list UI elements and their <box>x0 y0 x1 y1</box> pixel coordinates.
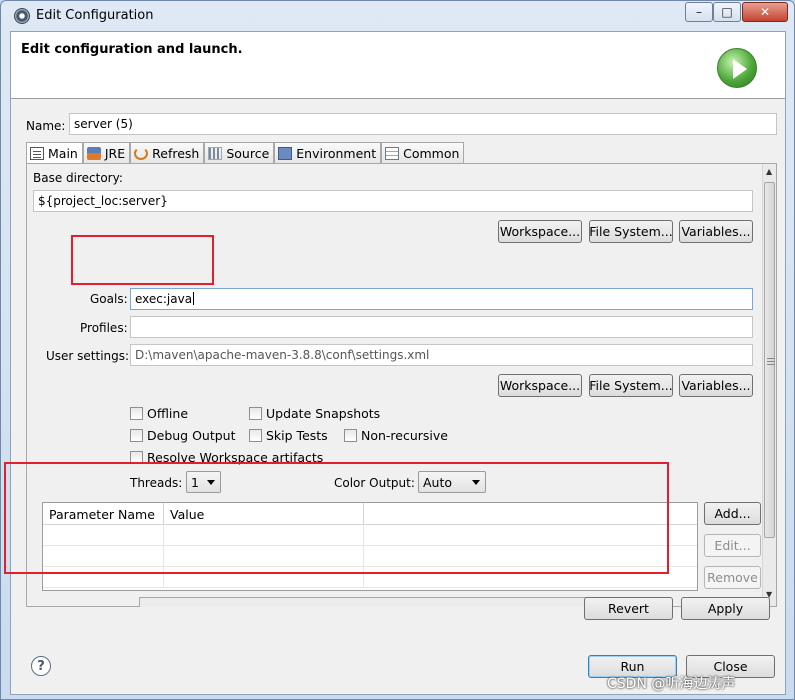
scroll-up-icon[interactable]: ▲ <box>766 167 772 176</box>
window-title: Edit Configuration <box>36 8 154 23</box>
skip-tests-label: Skip Tests <box>266 428 328 443</box>
tab-jre[interactable]: JRE <box>82 142 131 163</box>
watermark-text: CSDN @听海边涛声 <box>607 676 736 692</box>
non-recursive-label: Non-recursive <box>361 428 448 443</box>
eclipse-app-icon <box>14 8 30 24</box>
close-window-button[interactable]: ✕ <box>742 2 788 22</box>
resolve-workspace-label: Resolve Workspace artifacts <box>147 450 324 465</box>
minimize-button[interactable]: – <box>685 2 713 22</box>
threads-select[interactable]: 1 <box>186 471 221 493</box>
column-extra <box>364 503 697 525</box>
goals-value: exec:java <box>135 292 193 306</box>
color-output-label: Color Output: <box>334 476 415 490</box>
tab-refresh[interactable]: Refresh <box>130 142 205 163</box>
tab-refresh-label: Refresh <box>152 145 200 161</box>
settings-workspace-button[interactable]: Workspace... <box>498 374 582 397</box>
environment-icon <box>278 146 293 160</box>
debug-output-checkbox[interactable]: Debug Output <box>130 428 236 443</box>
goals-input[interactable]: exec:java <box>130 288 753 310</box>
tab-common-label: Common <box>403 145 460 161</box>
tab-environment-label: Environment <box>296 145 377 161</box>
main-tab-icon <box>30 147 44 160</box>
threads-label: Threads: <box>130 476 183 490</box>
column-parameter-name[interactable]: Parameter Name <box>43 503 164 525</box>
chevron-down-icon <box>207 480 215 485</box>
tab-bar: Main JRE Refresh Source Environment Comm… <box>26 142 465 164</box>
update-snapshots-checkbox[interactable]: Update Snapshots <box>249 406 380 421</box>
dialog-body: Edit configuration and launch. Name: ser… <box>10 31 786 695</box>
color-output-select[interactable]: Auto <box>418 471 486 493</box>
settings-variables-button[interactable]: Variables... <box>679 374 753 397</box>
remove-parameter-button[interactable]: Remove <box>704 566 761 589</box>
chevron-down-icon <box>472 480 480 485</box>
base-workspace-button[interactable]: Workspace... <box>498 220 582 243</box>
parameters-table[interactable]: Parameter Name Value <box>42 502 698 591</box>
table-row[interactable] <box>43 567 697 588</box>
debug-output-label: Debug Output <box>147 428 236 443</box>
goals-label: Goals: <box>90 292 128 306</box>
parameters-table-header: Parameter Name Value <box>43 503 697 525</box>
name-label: Name: <box>26 119 66 133</box>
skip-tests-checkbox[interactable]: Skip Tests <box>249 428 328 443</box>
main-tab-panel: Base directory: ${project_loc:server} Wo… <box>26 163 777 607</box>
run-launch-icon <box>717 48 757 88</box>
banner-title: Edit configuration and launch. <box>21 42 243 57</box>
common-icon <box>385 146 400 160</box>
vertical-scrollbar[interactable]: ▲ ▼ <box>762 164 776 606</box>
offline-checkbox[interactable]: Offline <box>130 406 188 421</box>
color-output-value: Auto <box>423 475 453 490</box>
tab-main[interactable]: Main <box>26 142 83 164</box>
tab-main-label: Main <box>48 146 78 161</box>
base-directory-input[interactable]: ${project_loc:server} <box>33 190 753 212</box>
settings-file-system-button[interactable]: File System... <box>589 374 673 397</box>
dialog-banner: Edit configuration and launch. <box>11 32 785 99</box>
tab-source[interactable]: Source <box>204 142 275 163</box>
tab-source-label: Source <box>226 145 270 161</box>
tab-common[interactable]: Common <box>381 142 465 163</box>
edit-parameter-button[interactable]: Edit... <box>704 534 761 557</box>
name-input[interactable]: server (5) <box>69 113 777 135</box>
base-variables-button[interactable]: Variables... <box>679 220 753 243</box>
jre-icon <box>86 146 101 160</box>
threads-value: 1 <box>191 475 199 490</box>
update-snapshots-label: Update Snapshots <box>266 406 381 421</box>
title-bar[interactable]: Edit Configuration – □ ✕ <box>1 1 794 31</box>
edit-configuration-window: Edit Configuration – □ ✕ Edit configurat… <box>0 0 795 700</box>
user-settings-label: User settings: <box>46 349 130 363</box>
apply-button[interactable]: Apply <box>681 597 770 620</box>
base-file-system-button[interactable]: File System... <box>589 220 673 243</box>
tab-jre-label: JRE <box>104 145 126 161</box>
user-settings-input[interactable]: D:\maven\apache-maven-3.8.8\conf\setting… <box>130 344 753 366</box>
revert-button[interactable]: Revert <box>584 597 673 620</box>
table-row[interactable] <box>43 546 697 567</box>
column-value[interactable]: Value <box>164 503 364 525</box>
profiles-label: Profiles: <box>80 321 128 335</box>
tab-environment[interactable]: Environment <box>274 142 382 163</box>
table-row[interactable] <box>43 525 697 546</box>
help-icon[interactable]: ? <box>31 656 51 676</box>
maximize-button[interactable]: □ <box>713 2 741 22</box>
base-directory-label: Base directory: <box>33 171 123 185</box>
offline-label: Offline <box>147 406 189 421</box>
refresh-icon <box>134 146 149 160</box>
non-recursive-checkbox[interactable]: Non-recursive <box>344 428 448 443</box>
add-parameter-button[interactable]: Add... <box>704 502 761 525</box>
resolve-workspace-checkbox[interactable]: Resolve Workspace artifacts <box>130 450 323 465</box>
scroll-thumb[interactable] <box>764 182 775 538</box>
profiles-input[interactable] <box>130 316 753 338</box>
source-icon <box>208 146 223 160</box>
